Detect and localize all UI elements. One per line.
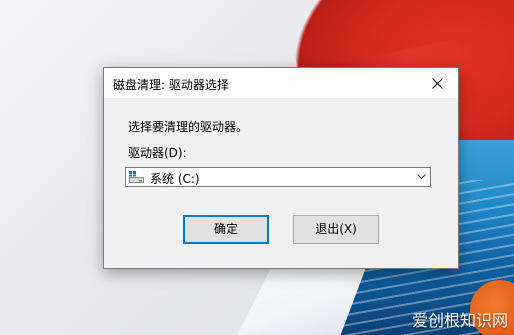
disk-cleanup-drive-dialog: 磁盘清理: 驱动器选择 选择要清理的驱动器。 驱动器(D): 系统 (C:) 确… [103,67,459,269]
title-bar[interactable]: 磁盘清理: 驱动器选择 [104,68,458,98]
drive-icon [129,171,144,183]
ok-button[interactable]: 确定 [183,215,269,244]
watermark-logo: 爱创根知识网 [411,311,508,330]
drive-select[interactable]: 系统 (C:) [125,167,431,187]
close-icon [432,78,443,89]
exit-button[interactable]: 退出(X) [293,215,379,244]
close-button[interactable] [418,68,458,98]
chevron-down-icon[interactable] [417,174,426,180]
drive-label: 驱动器(D): [128,146,187,160]
dialog-title: 磁盘清理: 驱动器选择 [113,78,229,92]
prompt-text: 选择要清理的驱动器。 [128,120,249,134]
drive-select-value: 系统 (C:) [150,172,200,186]
